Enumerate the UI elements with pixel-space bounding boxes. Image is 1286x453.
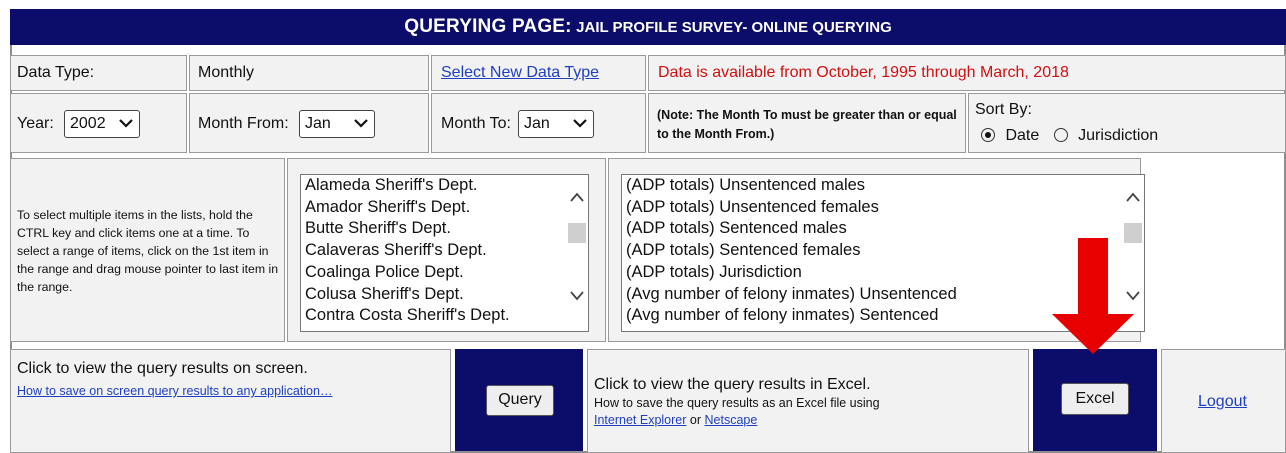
- page-subtitle: JAIL PROFILE SURVEY- ONLINE QUERYING: [576, 19, 892, 36]
- select-new-cell: Select New Data Type: [431, 55, 646, 91]
- jurisdiction-option[interactable]: Colusa Sheriff's Dept.: [305, 284, 588, 306]
- screen-results-cell: Click to view the query results on scree…: [10, 349, 451, 453]
- measure-option[interactable]: (ADP totals) Unsentenced males: [626, 175, 1144, 197]
- query-button[interactable]: Query: [486, 385, 554, 416]
- excel-button[interactable]: Excel: [1061, 383, 1129, 415]
- month-note: (Note: The Month To must be greater than…: [657, 108, 957, 141]
- jurisdiction-option[interactable]: Alameda Sheriff's Dept.: [305, 175, 588, 197]
- year-select[interactable]: 2002: [64, 110, 140, 138]
- internet-explorer-link[interactable]: Internet Explorer: [594, 413, 686, 427]
- month-from-select-value: Jan: [305, 115, 331, 132]
- month-to-label: Month To:: [441, 115, 511, 132]
- page-title: QUERYING PAGE:: [404, 16, 572, 37]
- data-type-label-cell: Data Type:: [10, 55, 187, 91]
- jurisdiction-option[interactable]: Calaveras Sheriff's Dept.: [305, 240, 588, 262]
- sort-jurisdiction-radio[interactable]: [1053, 128, 1068, 142]
- or-text: or: [689, 413, 702, 427]
- sort-date-radio[interactable]: [981, 128, 995, 142]
- jurisdiction-option[interactable]: Contra Costa Sheriff's Dept.: [305, 305, 588, 327]
- netscape-link[interactable]: Netscape: [705, 413, 758, 427]
- jurisdiction-scrollbar[interactable]: [566, 175, 588, 331]
- browser-links: Internet Explorer or Netscape: [594, 413, 757, 427]
- page-banner: QUERYING PAGE: JAIL PROFILE SURVEY- ONLI…: [10, 9, 1286, 45]
- selection-instructions: To select multiple items in the lists, h…: [17, 208, 279, 294]
- screen-results-text: Click to view the query results on scree…: [17, 360, 308, 377]
- sort-options: Date Jurisdiction: [981, 127, 1158, 145]
- availability-cell: Data is available from October, 1995 thr…: [648, 55, 1286, 91]
- month-to-select-value: Jan: [524, 115, 550, 132]
- jurisdiction-option[interactable]: Butte Sheriff's Dept.: [305, 218, 588, 240]
- excel-help-text: How to save the query results as an Exce…: [594, 396, 880, 410]
- select-new-data-type-link[interactable]: Select New Data Type: [441, 64, 599, 82]
- jurisdiction-listbox[interactable]: Alameda Sheriff's Dept. Amador Sheriff's …: [300, 174, 589, 332]
- data-availability-text: Data is available from October, 1995 thr…: [658, 64, 1069, 81]
- excel-results-text: Click to view the query results in Excel…: [594, 376, 871, 393]
- sort-by-label: Sort By:: [975, 101, 1032, 118]
- month-from-select[interactable]: Jan: [299, 110, 375, 138]
- note-cell: (Note: The Month To must be greater than…: [648, 93, 966, 153]
- jurisdiction-rows: Alameda Sheriff's Dept. Amador Sheriff's …: [305, 175, 588, 327]
- chevron-up-icon[interactable]: [570, 191, 584, 203]
- measure-option[interactable]: (ADP totals) Unsentenced females: [626, 197, 1144, 219]
- month-to-select[interactable]: Jan: [518, 110, 594, 138]
- sort-by-cell: Sort By: Date Jurisdiction: [968, 93, 1286, 153]
- logout-cell: Logout: [1161, 349, 1286, 453]
- chevron-down-icon: [119, 119, 133, 128]
- chevron-down-icon: [354, 119, 368, 128]
- jurisdiction-option[interactable]: Amador Sheriff's Dept.: [305, 197, 588, 219]
- data-type-label: Data Type:: [17, 64, 95, 81]
- month-from-label: Month From:: [198, 115, 289, 132]
- chevron-up-icon[interactable]: [1126, 191, 1140, 203]
- sort-date-label: Date: [1005, 127, 1040, 144]
- year-label: Year:: [17, 115, 54, 132]
- year-select-value: 2002: [70, 115, 106, 132]
- excel-results-cell: Click to view the query results in Excel…: [587, 349, 1029, 453]
- red-arrow-down-icon: [1052, 238, 1134, 354]
- chevron-down-icon[interactable]: [570, 290, 584, 302]
- screen-help-link[interactable]: How to save on screen query results to a…: [17, 384, 332, 398]
- jurisdiction-option[interactable]: Coalinga Police Dept.: [305, 262, 588, 284]
- data-type-value-cell: Monthly: [189, 55, 429, 91]
- logout-link[interactable]: Logout: [1198, 393, 1247, 411]
- sort-jurisdiction-label: Jurisdiction: [1078, 127, 1159, 144]
- scrollbar-thumb[interactable]: [568, 223, 586, 243]
- instructions-cell: To select multiple items in the lists, h…: [10, 158, 285, 342]
- data-type-value: Monthly: [198, 64, 255, 81]
- chevron-down-icon: [573, 119, 587, 128]
